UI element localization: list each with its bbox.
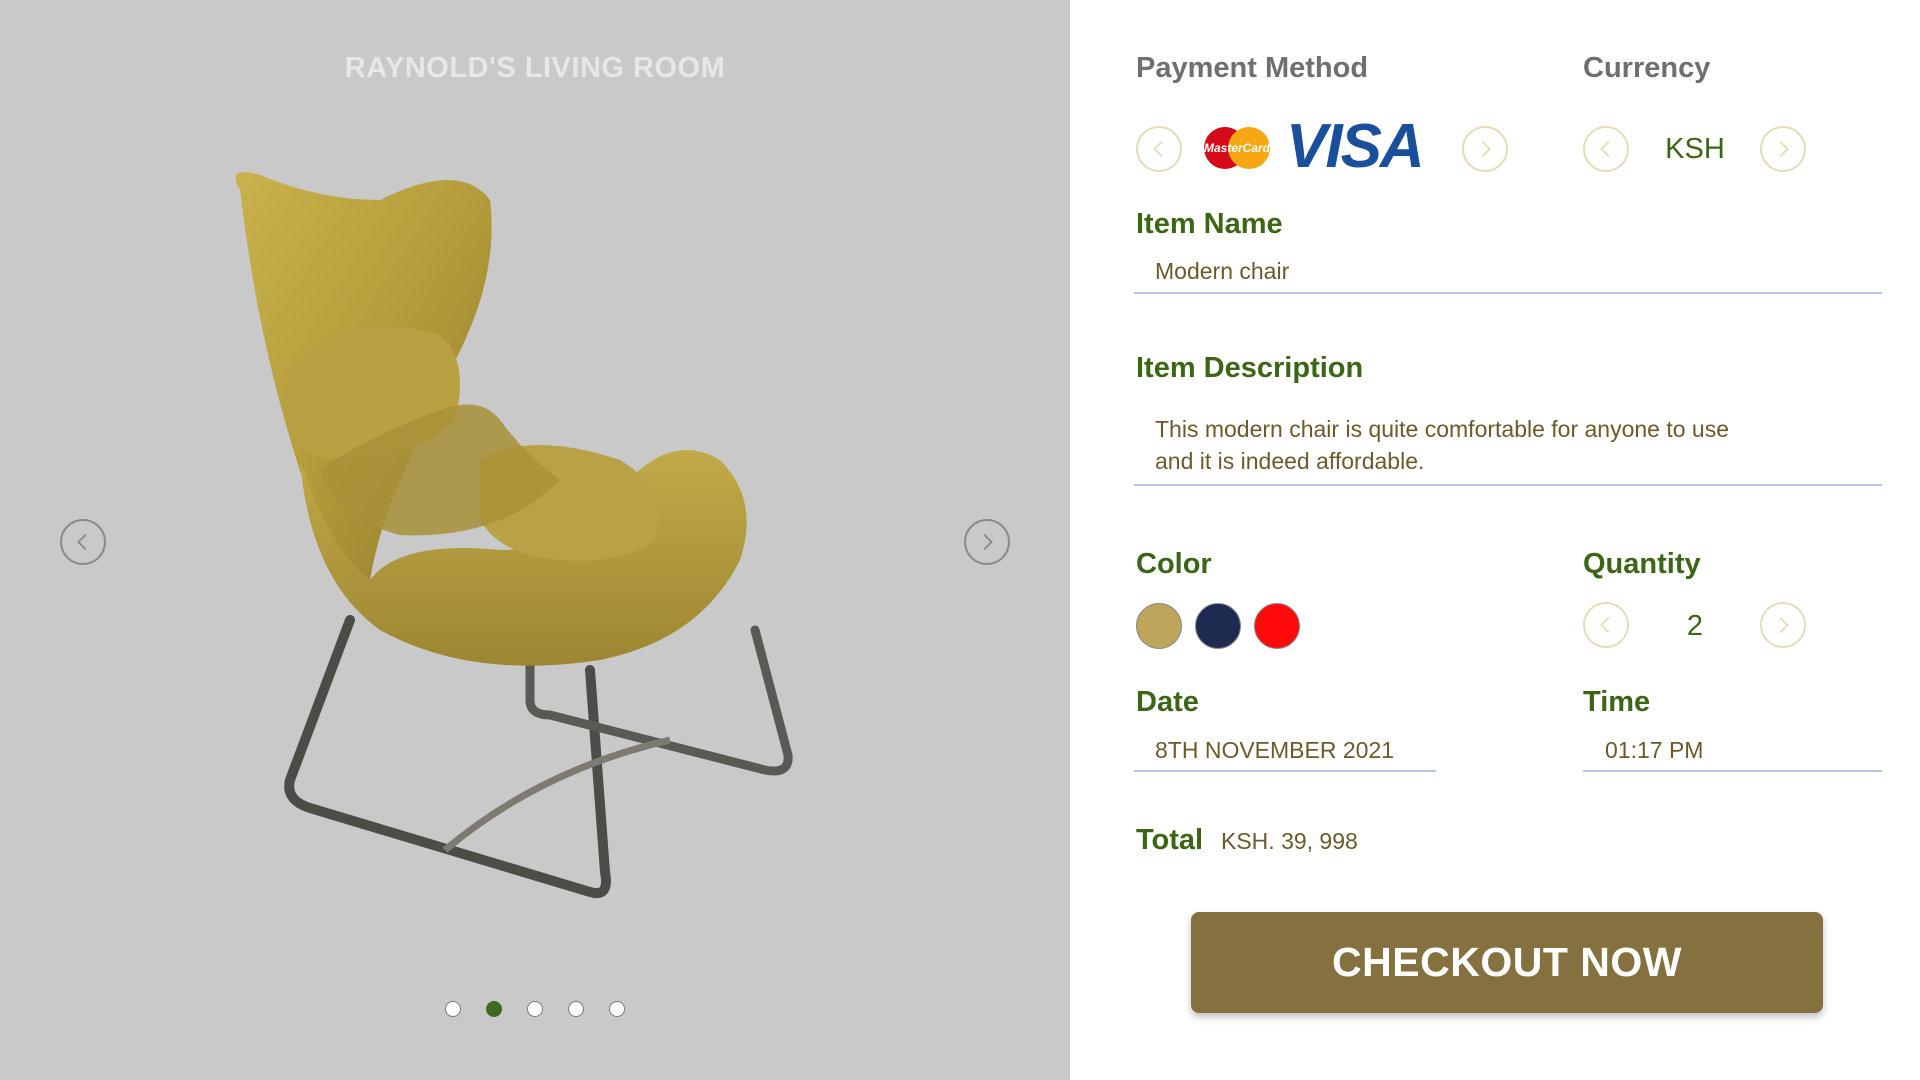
carousel-dot-1[interactable] (445, 1001, 461, 1017)
quantity-increase-button[interactable] (1760, 602, 1806, 648)
payment-next-button[interactable] (1462, 126, 1508, 172)
chevron-left-icon (77, 534, 87, 550)
payment-method-heading: Payment Method (1136, 52, 1369, 84)
total-value: KSH. 39, 998 (1221, 828, 1358, 854)
item-description-line-2[interactable]: and it is indeed affordable. (1155, 448, 1424, 475)
item-description-underline (1134, 484, 1882, 486)
mastercard-logo: MasterCard (1204, 127, 1271, 169)
checkout-button[interactable]: CHECKOUT NOW (1191, 912, 1823, 1013)
color-swatch-gold[interactable] (1136, 603, 1182, 649)
time-underline (1583, 770, 1882, 772)
payment-prev-button[interactable] (1136, 126, 1182, 172)
chair-image (235, 172, 793, 898)
chevron-right-icon (983, 534, 993, 550)
carousel-dot-4[interactable] (568, 1001, 584, 1017)
carousel-dot-2[interactable] (486, 1001, 502, 1017)
chevron-right-icon (1481, 141, 1491, 157)
color-heading: Color (1136, 548, 1212, 580)
chevron-right-icon (1779, 141, 1789, 157)
chevron-left-icon (1600, 617, 1610, 633)
chevron-right-icon (1779, 617, 1789, 633)
item-name-field[interactable]: Modern chair (1155, 258, 1289, 285)
item-name-heading: Item Name (1136, 208, 1283, 240)
gallery-prev-button[interactable] (60, 519, 106, 565)
time-heading: Time (1583, 686, 1651, 718)
item-name-underline (1134, 292, 1882, 294)
room-title: RAYNOLD'S LIVING ROOM (344, 52, 726, 84)
chevron-left-icon (1600, 141, 1610, 157)
total-label: Total (1136, 824, 1204, 856)
visa-logo: VISA (1286, 112, 1425, 181)
time-field[interactable]: 01:17 PM (1605, 737, 1703, 764)
carousel-dot-5[interactable] (609, 1001, 625, 1017)
currency-prev-button[interactable] (1583, 126, 1629, 172)
carousel-dots (0, 1001, 1070, 1017)
item-description-line-1[interactable]: This modern chair is quite comfortable f… (1155, 416, 1729, 443)
gallery-next-button[interactable] (964, 519, 1010, 565)
item-description-heading: Item Description (1136, 352, 1364, 384)
date-heading: Date (1136, 686, 1199, 718)
quantity-heading: Quantity (1583, 548, 1701, 580)
date-field[interactable]: 8TH NOVEMBER 2021 (1155, 737, 1394, 764)
currency-value: KSH (1665, 133, 1725, 165)
product-gallery: RAYNOLD'S LIVING ROOM (0, 0, 1070, 1080)
carousel-dot-3[interactable] (527, 1001, 543, 1017)
chevron-left-icon (1153, 141, 1163, 157)
color-swatch-red[interactable] (1254, 603, 1300, 649)
currency-heading: Currency (1583, 52, 1711, 84)
date-underline (1134, 770, 1436, 772)
color-swatch-navy[interactable] (1195, 603, 1241, 649)
currency-next-button[interactable] (1760, 126, 1806, 172)
quantity-value: 2 (1686, 610, 1704, 642)
svg-text:MasterCard: MasterCard (1204, 141, 1271, 155)
quantity-decrease-button[interactable] (1583, 602, 1629, 648)
